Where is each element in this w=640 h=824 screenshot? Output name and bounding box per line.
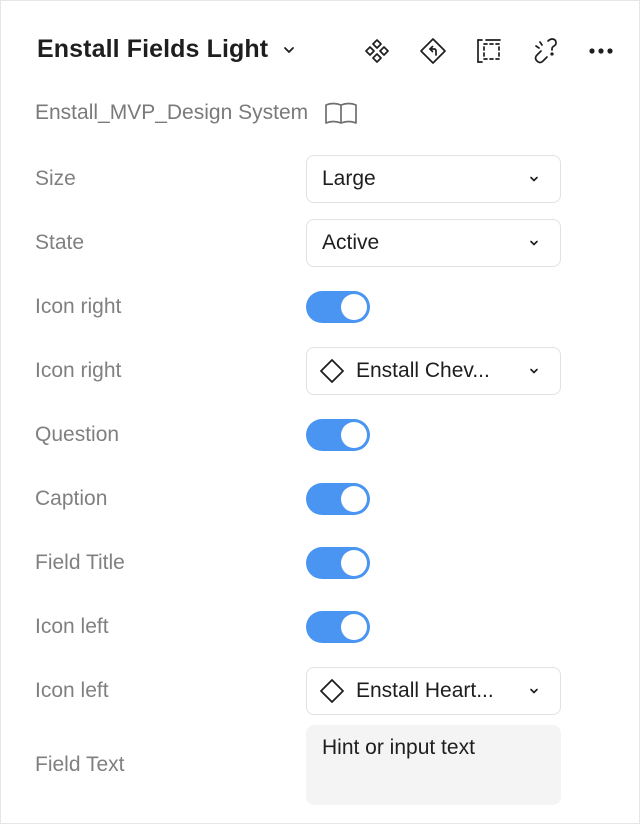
icon-left-toggle[interactable] — [306, 611, 370, 643]
property-row-icon-left-instance: Icon left Enstall Heart... — [1, 663, 640, 719]
library-name: Enstall_MVP_Design System — [35, 101, 309, 124]
field-text-input[interactable]: Hint or input text — [306, 725, 561, 805]
toggle-knob — [341, 614, 367, 640]
chevron-down-icon — [530, 240, 538, 246]
chevron-down-icon — [530, 368, 538, 374]
chevron-down-icon — [530, 176, 538, 182]
property-label: Icon left — [35, 679, 109, 702]
chevron-down-icon — [530, 688, 538, 694]
property-label: Size — [35, 167, 76, 190]
toggle-knob — [341, 422, 367, 448]
icon-right-toggle[interactable] — [306, 291, 370, 323]
chevron-down-icon — [284, 46, 295, 53]
property-row-state: State Active — [1, 215, 640, 271]
property-row-size: Size Large — [1, 151, 640, 207]
select-value: Active — [322, 231, 380, 254]
field-title-toggle[interactable] — [306, 547, 370, 579]
property-row-icon-right-toggle: Icon right — [1, 279, 640, 335]
component-icon — [365, 39, 389, 63]
property-label: State — [35, 231, 85, 254]
detach-instance-button[interactable] — [529, 35, 561, 67]
property-row-icon-right-instance: Icon right Enstall Chev... — [1, 343, 640, 399]
select-value: Enstall Chev... — [356, 359, 490, 382]
book-icon — [325, 102, 357, 124]
property-label: Field Title — [35, 551, 125, 574]
select-layer-button[interactable] — [473, 35, 505, 67]
component-title: Enstall Fields Light — [37, 35, 269, 63]
select-value: Large — [322, 167, 376, 190]
panel-header: Enstall Fields Light — [1, 21, 640, 81]
instance-diamond-icon — [320, 679, 344, 703]
library-source[interactable]: Enstall_MVP_Design System — [35, 101, 358, 125]
reset-icon — [420, 38, 446, 64]
more-options-button[interactable] — [585, 35, 617, 67]
toggle-knob — [341, 294, 367, 320]
property-label: Caption — [35, 487, 108, 510]
property-row-caption: Caption — [1, 471, 640, 527]
detach-icon — [534, 38, 557, 64]
icon-right-instance-select[interactable]: Enstall Chev... — [306, 347, 561, 395]
instance-diamond-icon — [320, 359, 344, 383]
property-row-question: Question — [1, 407, 640, 463]
question-toggle[interactable] — [306, 419, 370, 451]
field-text-value: Hint or input text — [322, 736, 475, 759]
icon-left-instance-select[interactable]: Enstall Heart... — [306, 667, 561, 715]
toggle-knob — [341, 550, 367, 576]
caption-toggle[interactable] — [306, 483, 370, 515]
component-properties-panel: Enstall Fields Light Enstall_MVP_Design … — [0, 0, 640, 824]
size-select[interactable]: Large — [306, 155, 561, 203]
reset-instance-button[interactable] — [417, 35, 449, 67]
property-row-icon-left-toggle: Icon left — [1, 599, 640, 655]
property-label: Field Text — [35, 753, 125, 776]
property-label: Question — [35, 423, 120, 446]
component-title-dropdown[interactable]: Enstall Fields Light — [37, 35, 296, 64]
property-label: Icon left — [35, 615, 109, 638]
go-to-main-component-button[interactable] — [361, 35, 393, 67]
select-layer-icon — [477, 39, 501, 63]
more-icon — [589, 48, 613, 54]
property-label: Icon right — [35, 295, 122, 318]
property-row-field-title: Field Title — [1, 535, 640, 591]
select-value: Enstall Heart... — [356, 679, 494, 702]
property-label: Icon right — [35, 359, 122, 382]
toggle-knob — [341, 486, 367, 512]
state-select[interactable]: Active — [306, 219, 561, 267]
